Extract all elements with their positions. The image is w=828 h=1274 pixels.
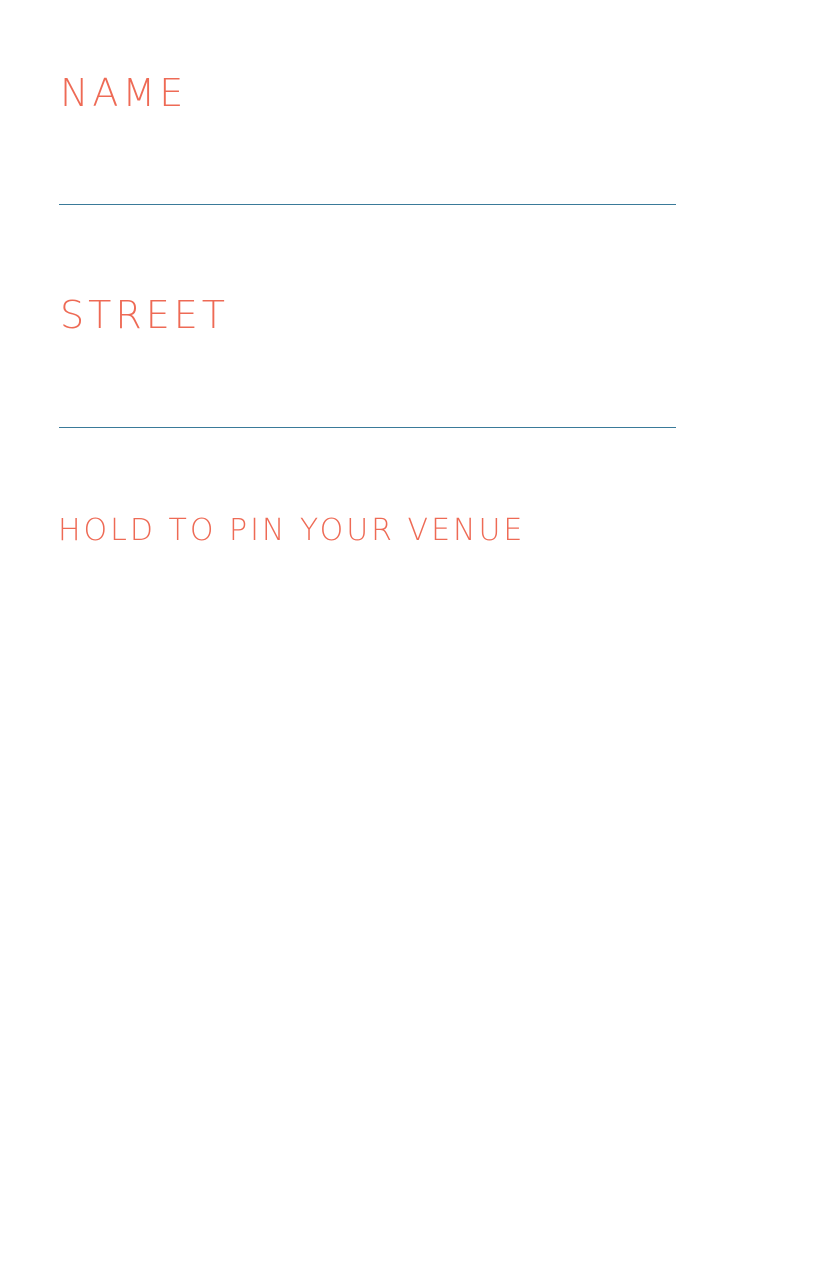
street-input[interactable] [59,381,676,425]
add-venue-screen: NAME STREET HOLD TO PIN YOUR VENUE [0,0,828,1274]
pin-venue-hint: HOLD TO PIN YOUR VENUE [58,513,526,548]
street-label: STREET [60,293,229,337]
name-input[interactable] [59,158,676,202]
street-underline [59,427,676,428]
name-underline [59,204,676,205]
venue-map-area[interactable] [0,575,828,1274]
name-label: NAME [60,71,188,115]
